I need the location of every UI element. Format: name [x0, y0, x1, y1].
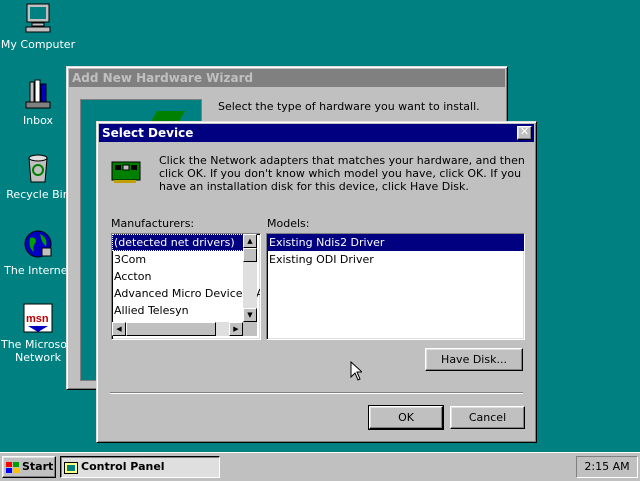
close-button[interactable]: ✕	[517, 126, 532, 140]
scroll-thumb[interactable]	[126, 322, 216, 336]
desktop-icon-label: The Microsoft Network	[0, 338, 75, 364]
desktop-icon-inbox[interactable]: Inbox	[0, 78, 76, 127]
list-item[interactable]: 3Com	[112, 251, 244, 268]
models-label: Models:	[267, 217, 310, 230]
svg-text:msn: msn	[26, 313, 49, 325]
control-panel-icon	[64, 461, 78, 474]
list-item[interactable]: Allied Telesyn	[112, 302, 244, 319]
desktop-icon-label: Recycle Bin	[6, 188, 70, 201]
taskbar: Start Control Panel 2:15 AM	[0, 452, 640, 481]
list-item[interactable]: Accton	[112, 268, 244, 285]
close-icon: ✕	[519, 125, 530, 138]
scroll-right-button[interactable]: ▶	[229, 322, 243, 336]
desktop-icon-msn[interactable]: msn The Microsoft Network	[0, 302, 76, 364]
dialog-title: Select Device	[102, 126, 194, 140]
desktop-icon-label: The Internet	[4, 264, 72, 277]
scroll-down-button[interactable]: ▼	[243, 308, 257, 322]
select-device-title-bar[interactable]: Select Device ✕	[99, 124, 534, 142]
inbox-icon	[22, 78, 54, 110]
cancel-label: Cancel	[468, 411, 507, 424]
dialog-message: Click the Network adapters that matches …	[159, 154, 525, 193]
windows-logo-icon	[6, 461, 20, 473]
manufacturers-horizontal-scrollbar[interactable]: ◀ ▶	[112, 322, 243, 336]
select-device-dialog: Select Device ✕ Click the Network adapte…	[96, 121, 537, 443]
globe-icon	[22, 228, 54, 260]
network-adapter-icon	[110, 156, 142, 188]
wizard-title: Add New Hardware Wizard	[72, 71, 254, 85]
list-item[interactable]: Existing ODI Driver	[267, 251, 524, 268]
scroll-left-button[interactable]: ◀	[112, 322, 126, 336]
dialog-separator	[110, 392, 523, 394]
wizard-title-bar[interactable]: Add New Hardware Wizard	[69, 69, 505, 87]
clock[interactable]: 2:15 AM	[584, 460, 629, 473]
desktop-icon-the-internet[interactable]: The Internet	[0, 228, 76, 277]
have-disk-label: Have Disk...	[441, 353, 507, 366]
models-list[interactable]: Existing Ndis2 Driver Existing ODI Drive…	[266, 233, 525, 340]
list-item[interactable]: (detected net drivers)	[112, 234, 244, 251]
desktop-icon-my-computer[interactable]: My Computer	[0, 2, 76, 51]
desktop-icon-label: Inbox	[22, 114, 54, 127]
start-label: Start	[22, 460, 54, 473]
ok-label: OK	[398, 411, 414, 424]
list-item[interactable]: Existing Ndis2 Driver	[267, 234, 524, 251]
my-computer-icon	[22, 2, 54, 34]
scroll-up-button[interactable]: ▲	[243, 234, 257, 248]
taskbar-control-panel-button[interactable]: Control Panel	[60, 456, 220, 478]
desktop-icon-label: My Computer	[0, 38, 76, 51]
msn-icon: msn	[22, 302, 54, 334]
manufacturers-label: Manufacturers:	[111, 217, 195, 230]
wizard-instruction: Select the type of hardware you want to …	[218, 100, 480, 113]
recycle-bin-icon	[22, 152, 54, 184]
scroll-thumb[interactable]	[243, 248, 257, 262]
have-disk-button[interactable]: Have Disk...	[425, 348, 523, 371]
manufacturers-list[interactable]: (detected net drivers) 3Com Accton Advan…	[111, 233, 261, 340]
start-button[interactable]: Start	[2, 456, 56, 478]
manufacturers-vertical-scrollbar[interactable]: ▲ ▼	[243, 234, 257, 322]
list-item[interactable]: Advanced Micro Devices (A	[112, 285, 260, 302]
desktop-icon-recycle-bin[interactable]: Recycle Bin	[0, 152, 76, 201]
mouse-cursor-icon	[350, 360, 364, 381]
task-label: Control Panel	[81, 460, 165, 473]
ok-button[interactable]: OK	[368, 405, 444, 430]
cancel-button[interactable]: Cancel	[450, 406, 525, 429]
scrollbar-corner	[243, 322, 257, 336]
system-tray: 2:15 AM	[576, 456, 638, 478]
